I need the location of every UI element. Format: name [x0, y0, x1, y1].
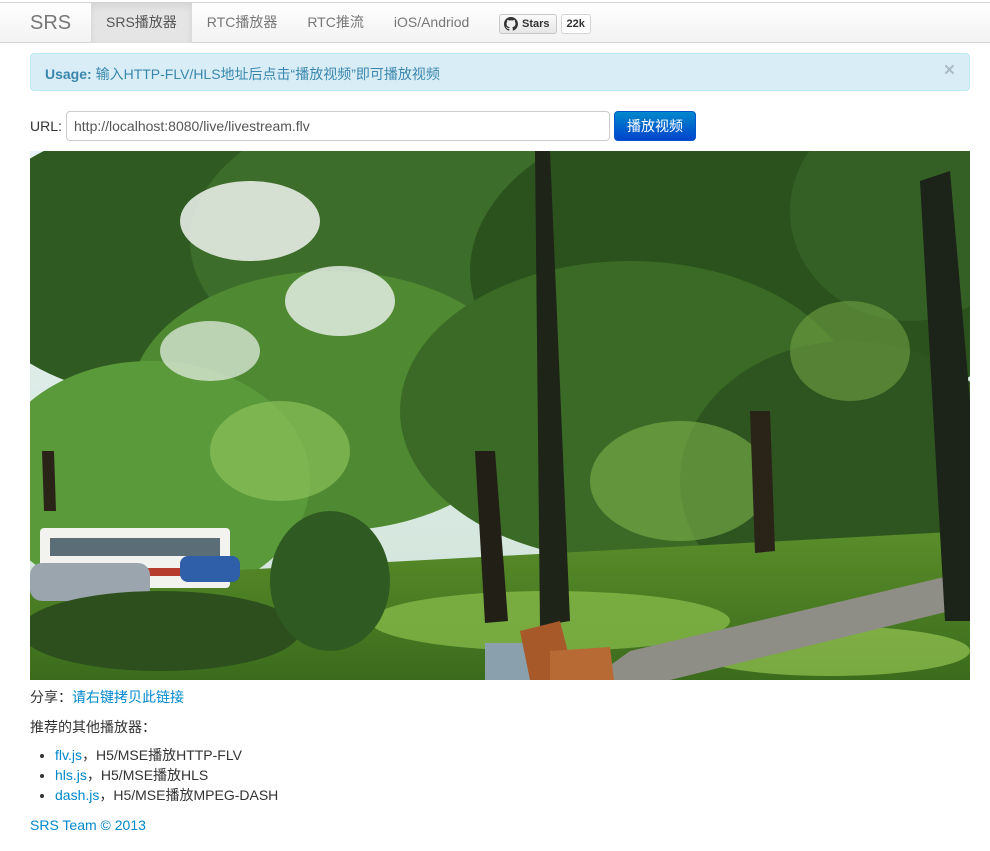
share-link[interactable]: 请右键拷贝此链接 [72, 689, 184, 705]
url-label: URL: [30, 118, 62, 134]
github-stars-count[interactable]: 22k [560, 14, 591, 34]
brand-logo[interactable]: SRS [30, 12, 71, 35]
nav-tab-ios-android[interactable]: iOS/Andriod [379, 3, 484, 43]
recommend-title: 推荐的其他播放器： [30, 719, 156, 735]
list-item-desc: ，H5/MSE播放MPEG-DASH [99, 787, 279, 803]
github-stars-widget: Stars 22k [499, 14, 591, 34]
nav-tab-rtc-player[interactable]: RTC播放器 [192, 3, 293, 43]
list-item: dash.js，H5/MSE播放MPEG-DASH [55, 785, 278, 805]
github-stars-label: Stars [522, 18, 550, 30]
dashjs-link[interactable]: dash.js [55, 787, 99, 803]
footer-text: SRS Team © 2013 [30, 817, 146, 833]
video-player[interactable] [30, 151, 970, 680]
github-icon [504, 17, 518, 31]
recommend-list: flv.js，H5/MSE播放HTTP-FLV hls.js，H5/MSE播放H… [30, 745, 278, 805]
nav-menu: SRS播放器 RTC播放器 RTC推流 iOS/Andriod [91, 3, 484, 43]
list-item: flv.js，H5/MSE播放HTTP-FLV [55, 745, 278, 765]
share-line: 分享：请右键拷贝此链接 [30, 687, 184, 707]
flvjs-link[interactable]: flv.js [55, 747, 82, 763]
url-input[interactable] [66, 111, 610, 141]
list-item-desc: ，H5/MSE播放HTTP-FLV [81, 747, 242, 763]
list-item-desc: ，H5/MSE播放HLS [86, 767, 209, 783]
nav-tab-srs-player[interactable]: SRS播放器 [91, 3, 192, 43]
usage-alert: Usage: 输入HTTP-FLV/HLS地址后点击“播放视频”即可播放视频 × [30, 53, 970, 91]
share-label: 分享： [30, 689, 72, 705]
hlsjs-link[interactable]: hls.js [55, 767, 87, 783]
github-stars-button[interactable]: Stars [499, 14, 557, 34]
nav-tab-rtc-publisher[interactable]: RTC推流 [292, 3, 379, 43]
list-item: hls.js，H5/MSE播放HLS [55, 765, 278, 785]
close-icon[interactable]: × [944, 61, 955, 81]
play-video-button[interactable]: 播放视频 [614, 111, 696, 141]
alert-title: Usage: [45, 66, 92, 82]
top-navbar: SRS SRS播放器 RTC播放器 RTC推流 iOS/Andriod Star… [0, 2, 990, 43]
video-frame [30, 151, 970, 680]
alert-message: 输入HTTP-FLV/HLS地址后点击“播放视频”即可播放视频 [95, 66, 440, 82]
